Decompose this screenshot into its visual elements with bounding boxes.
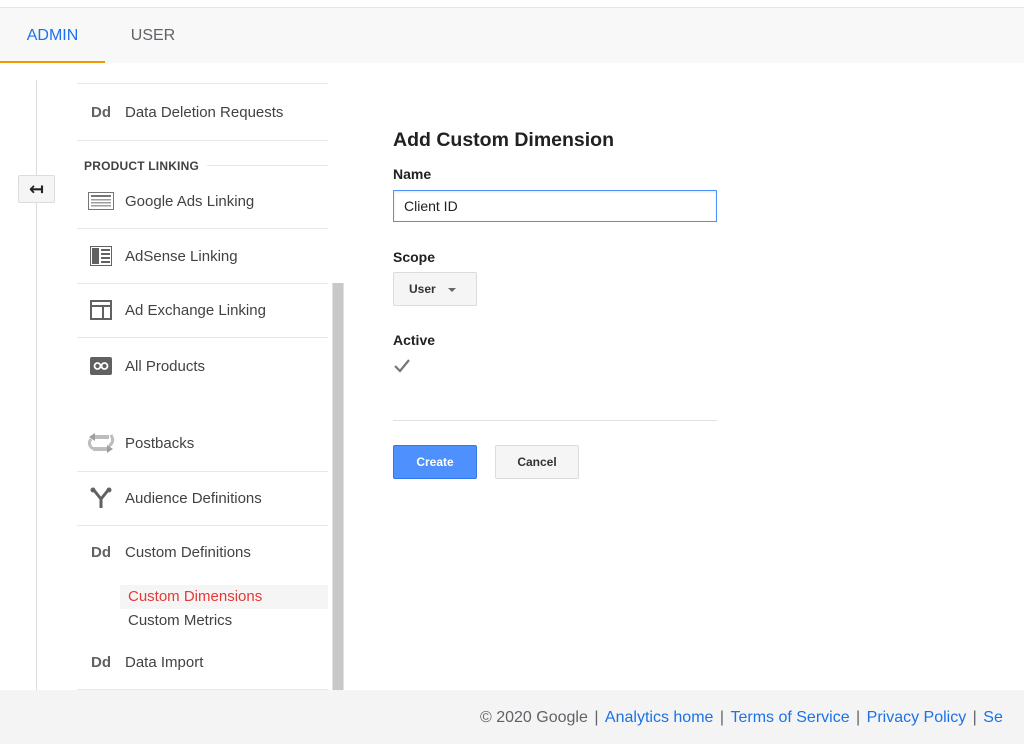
active-label: Active — [393, 332, 436, 348]
nav-divider — [77, 471, 328, 472]
nav-item-label: Data Deletion Requests — [125, 103, 284, 121]
checkmark-icon — [394, 359, 410, 373]
adsense-icon — [77, 246, 125, 266]
nav-divider — [207, 165, 328, 166]
section-header-product-linking: PRODUCT LINKING — [84, 159, 199, 173]
nav-item-label: Custom Definitions — [125, 543, 251, 561]
ad-exchange-icon — [77, 300, 125, 320]
nav-item-label: Ad Exchange Linking — [125, 301, 266, 319]
form-divider — [393, 420, 717, 421]
nav-item-data-import[interactable]: Dd Data Import — [77, 647, 328, 677]
nav-item-postbacks[interactable]: Postbacks — [77, 428, 328, 458]
nav-item-adsense-linking[interactable]: AdSense Linking — [77, 241, 328, 271]
footer-link-analytics-home[interactable]: Analytics home — [605, 709, 714, 726]
tab-user[interactable]: USER — [105, 8, 201, 63]
name-input[interactable] — [393, 190, 717, 222]
footer-separator: | — [968, 709, 982, 726]
page-title: Add Custom Dimension — [393, 129, 615, 151]
scope-selected-value: User — [409, 282, 436, 296]
tab-admin[interactable]: ADMIN — [0, 8, 105, 63]
top-border — [0, 0, 1024, 8]
nav-item-custom-definitions[interactable]: Dd Custom Definitions — [77, 537, 328, 567]
cancel-button[interactable]: Cancel — [495, 445, 579, 479]
nav-divider — [77, 525, 328, 526]
nav-divider — [77, 140, 328, 141]
scope-label: Scope — [393, 249, 436, 265]
nav-item-label: AdSense Linking — [125, 247, 238, 265]
footer-separator: | — [589, 709, 603, 726]
back-arrow-icon: ↤ — [28, 178, 45, 199]
caret-down-icon — [447, 288, 456, 292]
scope-dropdown[interactable]: User — [393, 272, 477, 306]
nav-item-label: Google Ads Linking — [125, 192, 255, 210]
dd-icon: Dd — [91, 103, 111, 121]
active-checkbox[interactable] — [393, 358, 411, 374]
back-button[interactable]: ↤ — [18, 175, 55, 203]
nav-item-ad-exchange-linking[interactable]: Ad Exchange Linking — [77, 295, 328, 325]
nav-item-label: All Products — [125, 357, 206, 375]
dd-icon: Dd — [91, 543, 111, 561]
admin-tab-bar: ADMIN USER — [0, 8, 1024, 63]
nav-divider — [77, 228, 328, 229]
nav-scrollbar-thumb[interactable] — [333, 283, 343, 690]
footer-links: © 2020 Google | Analytics home | Terms o… — [480, 709, 1003, 727]
footer-copyright: © 2020 Google — [480, 709, 588, 726]
footer-separator: | — [715, 709, 729, 726]
nav-item-data-deletion-requests[interactable]: Dd Data Deletion Requests — [77, 97, 328, 127]
audience-split-icon — [77, 487, 125, 509]
footer-link-truncated[interactable]: Se — [983, 709, 1003, 726]
nav-divider — [77, 83, 328, 84]
nav-item-label: Audience Definitions — [125, 489, 262, 507]
nav-item-google-ads-linking[interactable]: Google Ads Linking — [77, 186, 328, 216]
footer-link-terms-of-service[interactable]: Terms of Service — [730, 709, 849, 726]
nav-subitem-custom-dimensions[interactable]: Custom Dimensions — [120, 585, 328, 609]
nav-divider — [77, 337, 328, 338]
nav-subitem-custom-metrics[interactable]: Custom Metrics — [120, 609, 328, 633]
name-label: Name — [393, 166, 432, 182]
nav-divider — [77, 283, 328, 284]
nav-item-label: Postbacks — [125, 434, 195, 452]
all-products-icon — [77, 357, 125, 375]
footer-link-privacy-policy[interactable]: Privacy Policy — [867, 709, 967, 726]
nav-rail-line — [36, 80, 37, 690]
footer-separator: | — [851, 709, 865, 726]
nav-item-label: Data Import — [125, 653, 204, 671]
nav-item-audience-definitions[interactable]: Audience Definitions — [77, 483, 328, 513]
create-button[interactable]: Create — [393, 445, 477, 479]
dd-icon: Dd — [91, 653, 111, 671]
nav-item-all-products[interactable]: All Products — [77, 351, 328, 381]
google-ads-icon — [77, 192, 125, 210]
postbacks-icon — [77, 430, 125, 456]
footer: © 2020 Google | Analytics home | Terms o… — [0, 690, 1024, 744]
